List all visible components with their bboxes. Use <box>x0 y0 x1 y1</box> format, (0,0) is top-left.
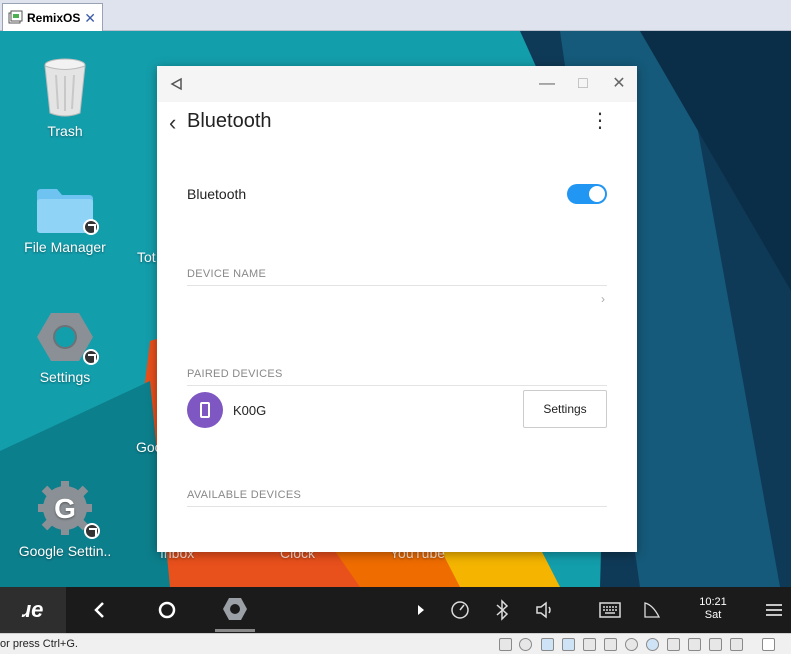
section-header-available-devices: AVAILABLE DEVICES <box>187 489 302 501</box>
back-nav-icon[interactable] <box>90 600 110 620</box>
shortcut-arrow-icon <box>83 349 99 365</box>
clock-day: Sat <box>704 609 722 621</box>
notification-menu-icon[interactable] <box>764 602 784 618</box>
chevron-right-icon: › <box>601 292 605 306</box>
desktop-icon-label: Google Settin.. <box>18 543 112 559</box>
vm-tab-label: RemixOS <box>27 10 81 25</box>
active-app-indicator <box>215 629 255 632</box>
paired-device-row[interactable]: K00G Settings <box>187 390 607 430</box>
maximize-button[interactable]: □ <box>573 74 593 94</box>
vm-tab[interactable]: RemixOS ✕ <box>2 3 103 31</box>
phone-device-icon <box>187 392 223 428</box>
keyboard-icon[interactable] <box>599 602 621 618</box>
status-message: or press Ctrl+G. <box>0 638 78 650</box>
desktop-icon-trash[interactable]: Trash <box>10 57 120 139</box>
start-button[interactable]: ɹe <box>0 587 66 633</box>
window-back-icon[interactable] <box>167 74 187 94</box>
divider <box>187 385 607 386</box>
section-header-paired-devices: PAIRED DEVICES <box>187 368 283 380</box>
bluetooth-icon[interactable] <box>494 599 510 621</box>
page-title: Bluetooth <box>187 110 272 132</box>
close-icon[interactable]: ✕ <box>84 10 96 27</box>
window-titlebar[interactable]: — □ ✕ <box>157 66 637 102</box>
shortcut-arrow-icon <box>84 523 100 539</box>
display-icon[interactable] <box>667 638 680 651</box>
desktop-icon-settings[interactable]: Settings <box>10 311 120 385</box>
paired-device-name: K00G <box>233 403 267 418</box>
bluetooth-toggle-row[interactable]: Bluetooth <box>187 184 607 210</box>
back-arrow-icon[interactable]: ‹ <box>169 110 176 136</box>
network-icon[interactable] <box>541 638 554 651</box>
printer-icon[interactable] <box>604 638 617 651</box>
device-settings-button[interactable]: Settings <box>523 390 607 428</box>
desktop-icon-file-manager[interactable]: File Manager <box>10 187 120 255</box>
bluetooth-icon[interactable] <box>646 638 659 651</box>
desktop-icon-label: Trash <box>47 123 83 139</box>
message-icon[interactable] <box>762 638 775 651</box>
camera-icon[interactable] <box>709 638 722 651</box>
clock-time: 10:21 <box>699 596 727 608</box>
hdd-icon[interactable] <box>499 638 512 651</box>
trash-icon <box>44 58 86 117</box>
host-tab-strip: RemixOS ✕ <box>0 0 791 31</box>
cd-icon[interactable] <box>519 638 532 651</box>
sound-icon[interactable] <box>583 638 596 651</box>
desktop-icon-label: Settings <box>39 369 91 385</box>
vm-icon <box>8 10 23 24</box>
record-icon[interactable] <box>730 638 743 651</box>
folder-share-icon[interactable] <box>688 638 701 651</box>
folder-icon <box>37 187 99 235</box>
home-nav-icon[interactable] <box>157 600 177 620</box>
taskbar-clock[interactable]: 10:21 Sat <box>688 596 738 622</box>
google-gear-icon: G <box>36 479 100 539</box>
signal-icon[interactable] <box>643 601 661 619</box>
bluetooth-settings-window: — □ ✕ ‹ Bluetooth ⋮ Bluetooth DEVICE NAM… <box>157 66 637 552</box>
more-options-icon[interactable]: ⋮ <box>590 108 611 133</box>
hex-gear-icon <box>37 311 99 365</box>
shortcut-arrow-icon <box>83 219 99 235</box>
close-button[interactable]: ✕ <box>609 74 629 94</box>
usb-icon[interactable] <box>562 638 575 651</box>
section-header-device-name: DEVICE NAME <box>187 268 267 280</box>
expand-tray-icon[interactable] <box>416 604 426 616</box>
settings-app-icon[interactable] <box>222 597 248 621</box>
performance-gauge-icon[interactable] <box>450 600 470 620</box>
volume-icon[interactable] <box>535 600 555 620</box>
host-statusbar: or press Ctrl+G. <box>0 633 791 654</box>
desktop-icon-google-settings[interactable]: G Google Settin.. <box>10 479 120 559</box>
device-name-row[interactable]: › <box>187 286 607 314</box>
app-header: ‹ Bluetooth ⋮ <box>157 102 637 146</box>
divider <box>187 506 607 507</box>
toggle-knob <box>589 186 605 202</box>
svg-text:G: G <box>54 493 76 524</box>
desktop-icon-label: File Manager <box>24 239 106 255</box>
bluetooth-label: Bluetooth <box>187 186 247 202</box>
taskbar: ɹe 10:21 Sat <box>0 587 791 633</box>
minimize-button[interactable]: — <box>537 74 557 94</box>
bluetooth-toggle[interactable] <box>567 184 607 204</box>
bluetooth-icon[interactable] <box>625 638 638 651</box>
